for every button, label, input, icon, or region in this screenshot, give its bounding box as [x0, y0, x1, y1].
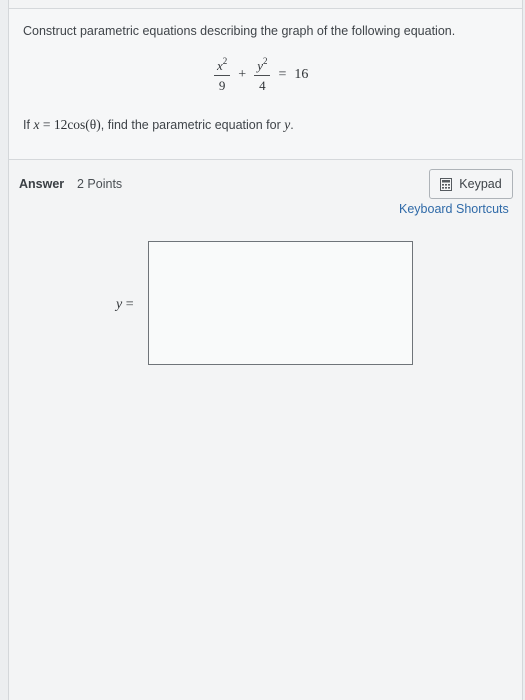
- keyboard-shortcuts-link[interactable]: Keyboard Shortcuts: [399, 202, 509, 216]
- question-page: Construct parametric equations describin…: [8, 0, 523, 700]
- given-var: x: [33, 117, 40, 132]
- y-denominator: 4: [259, 77, 266, 93]
- y-exponent: 2: [262, 55, 268, 66]
- given-suffix: , find the parametric equation for: [100, 118, 281, 132]
- fraction-x-term: x2 9: [214, 55, 231, 93]
- given-end: .: [290, 118, 294, 132]
- given-condition: If x = 12cos(θ), find the parametric equ…: [23, 117, 294, 133]
- answer-label: Answer: [19, 177, 65, 191]
- keypad-icon: [440, 177, 453, 191]
- keypad-label: Keypad: [459, 177, 502, 191]
- given-prefix: If: [23, 118, 30, 132]
- equals-sign: =: [278, 67, 287, 82]
- ellipse-equation: x2 9 + y2 4 = 16: [214, 55, 308, 95]
- question-prompt: Construct parametric equations describin…: [23, 24, 456, 38]
- fraction-y-term: y2 4: [254, 55, 271, 93]
- x-denominator: 9: [218, 77, 226, 93]
- equation-rhs: 16: [294, 67, 309, 82]
- answer-var: y: [116, 297, 123, 312]
- given-equals: =: [42, 117, 51, 132]
- plus-sign: +: [238, 67, 247, 82]
- answer-variable-label: y =: [116, 297, 134, 313]
- answer-section: Answer 2 Points Keypad Keyboard Shortcut…: [9, 160, 522, 700]
- question-panel: Construct parametric equations describin…: [9, 8, 522, 160]
- given-expression: 12cos(θ): [53, 117, 101, 132]
- answer-input-box[interactable]: [148, 241, 413, 365]
- keypad-button[interactable]: Keypad: [429, 169, 513, 199]
- answer-equals: =: [125, 297, 134, 312]
- points-badge: 2 Points: [77, 177, 123, 191]
- x-exponent: 2: [222, 55, 228, 66]
